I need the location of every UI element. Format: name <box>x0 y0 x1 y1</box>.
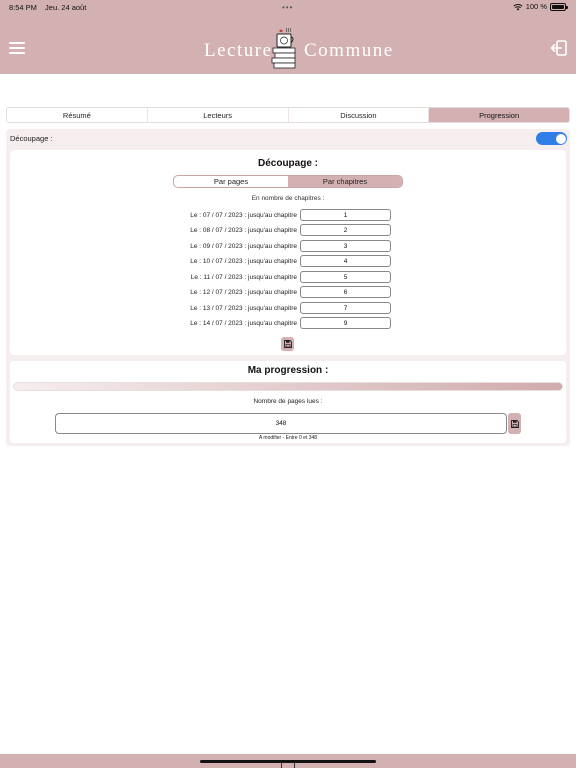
status-date: Jeu. 24 août <box>45 3 87 12</box>
multitasking-dots[interactable]: ••• <box>282 3 293 12</box>
segment-par-chapitres[interactable]: Par chapitres <box>288 176 402 187</box>
chapter-row-label: Le : 10 / 07 / 2023 : jusqu'au chapitre <box>190 258 297 265</box>
decoupage-subtitle: En nombre de chapitres : <box>251 195 325 202</box>
chapter-row-label: Le : 08 / 07 / 2023 : jusqu'au chapitre <box>190 227 297 234</box>
logout-icon[interactable] <box>550 39 568 57</box>
book-stack-logo-icon <box>271 28 296 69</box>
logo-text-right: Commune <box>304 40 394 61</box>
status-time: 8:54 PM <box>9 3 37 12</box>
logo-text-left: Lecture <box>204 40 273 61</box>
pages-read-hint: A modifier - Entre 0 et 348 <box>258 435 318 441</box>
battery-icon <box>550 2 568 11</box>
save-icon <box>283 340 292 348</box>
pages-read-input[interactable]: 348 <box>55 413 507 434</box>
progression-title: Ma progression : <box>247 365 329 376</box>
wifi-icon <box>513 3 523 10</box>
chapter-input[interactable]: 3 <box>300 240 391 252</box>
save-icon <box>510 419 519 428</box>
app-logo: Lecture Commune <box>0 28 576 72</box>
chapter-row-label: Le : 14 / 07 / 2023 : jusqu'au chapitre <box>190 320 297 327</box>
battery-percent: 100 % <box>525 2 547 11</box>
tab-lecteurs[interactable]: Lecteurs <box>148 108 289 122</box>
chapter-row-label: Le : 09 / 07 / 2023 : jusqu'au chapitre <box>190 243 297 250</box>
chapter-input[interactable]: 2 <box>300 224 391 236</box>
chapter-input[interactable]: 5 <box>300 271 391 283</box>
tab-progression[interactable]: Progression <box>429 108 569 122</box>
chapter-input[interactable]: 6 <box>300 286 391 298</box>
reading-progress-bar <box>13 382 563 391</box>
chapter-row-label: Le : 12 / 07 / 2023 : jusqu'au chapitre <box>190 289 297 296</box>
status-bar-right: 100 % <box>513 2 568 11</box>
chapter-input[interactable]: 4 <box>300 255 391 267</box>
chapter-row-label: Le : 07 / 07 / 2023 : jusqu'au chapitre <box>190 212 297 219</box>
home-indicator[interactable] <box>200 760 376 763</box>
chapter-row-label: Le : 13 / 07 / 2023 : jusqu'au chapitre <box>190 305 297 312</box>
pages-read-label: Nombre de pages lues : <box>253 398 323 405</box>
chapter-input[interactable]: 1 <box>300 209 391 221</box>
tab-resume[interactable]: Résumé <box>7 108 148 122</box>
tab-bar: Résumé Lecteurs Discussion Progression <box>6 107 570 123</box>
tab-discussion[interactable]: Discussion <box>289 108 430 122</box>
decoupage-mode-selector: Par pages Par chapitres <box>173 175 403 188</box>
save-decoupage-button[interactable] <box>281 337 294 351</box>
decoupage-toggle[interactable] <box>536 132 567 145</box>
status-bar-left: 8:54 PM Jeu. 24 août <box>9 3 92 12</box>
chapter-input[interactable]: 9 <box>300 317 391 329</box>
chapter-row-label: Le : 11 / 07 / 2023 : jusqu'au chapitre <box>190 274 297 281</box>
decoupage-toggle-label: Découpage : <box>10 134 53 143</box>
decoupage-title: Découpage : <box>257 158 318 169</box>
segment-par-pages[interactable]: Par pages <box>174 176 288 187</box>
chapter-input[interactable]: 7 <box>300 302 391 314</box>
save-progression-button[interactable] <box>508 413 521 434</box>
